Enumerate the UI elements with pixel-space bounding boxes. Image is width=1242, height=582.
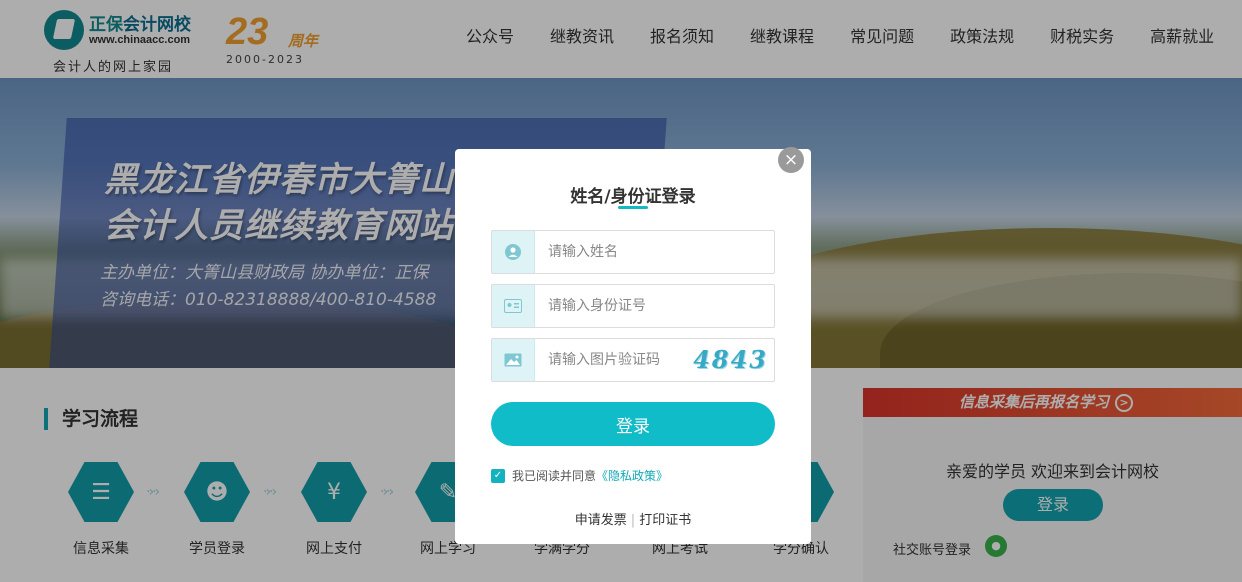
link-divider: | [630, 513, 636, 528]
id-number-input[interactable] [536, 285, 774, 327]
agreement-row: ✓ 我已阅读并同意 《隐私政策》 [491, 467, 668, 484]
login-modal: × 姓名/身份证登录 4843 登录 ✓ 我已阅读并同意 《隐私政策》 申请发票… [455, 147, 811, 544]
agree-checkbox[interactable]: ✓ [491, 468, 505, 483]
privacy-policy-link[interactable]: 《隐私政策》 [596, 467, 668, 484]
invoice-link[interactable]: 申请发票 [575, 513, 627, 528]
certificate-link[interactable]: 打印证书 [639, 513, 691, 528]
modal-links: 申请发票 | 打印证书 [455, 509, 811, 528]
name-input[interactable] [536, 231, 774, 273]
id-field [491, 284, 775, 328]
image-icon [492, 339, 535, 381]
user-icon [492, 231, 535, 273]
close-icon[interactable]: × [778, 147, 804, 173]
name-field [491, 230, 775, 274]
login-button[interactable]: 登录 [491, 402, 775, 446]
agree-text: 我已阅读并同意 [512, 469, 597, 483]
modal-title: 姓名/身份证登录 [570, 187, 696, 207]
captcha-field: 4843 [491, 338, 775, 382]
captcha-image[interactable]: 4843 [693, 347, 768, 373]
title-underline [618, 206, 648, 209]
id-card-icon [492, 285, 535, 327]
